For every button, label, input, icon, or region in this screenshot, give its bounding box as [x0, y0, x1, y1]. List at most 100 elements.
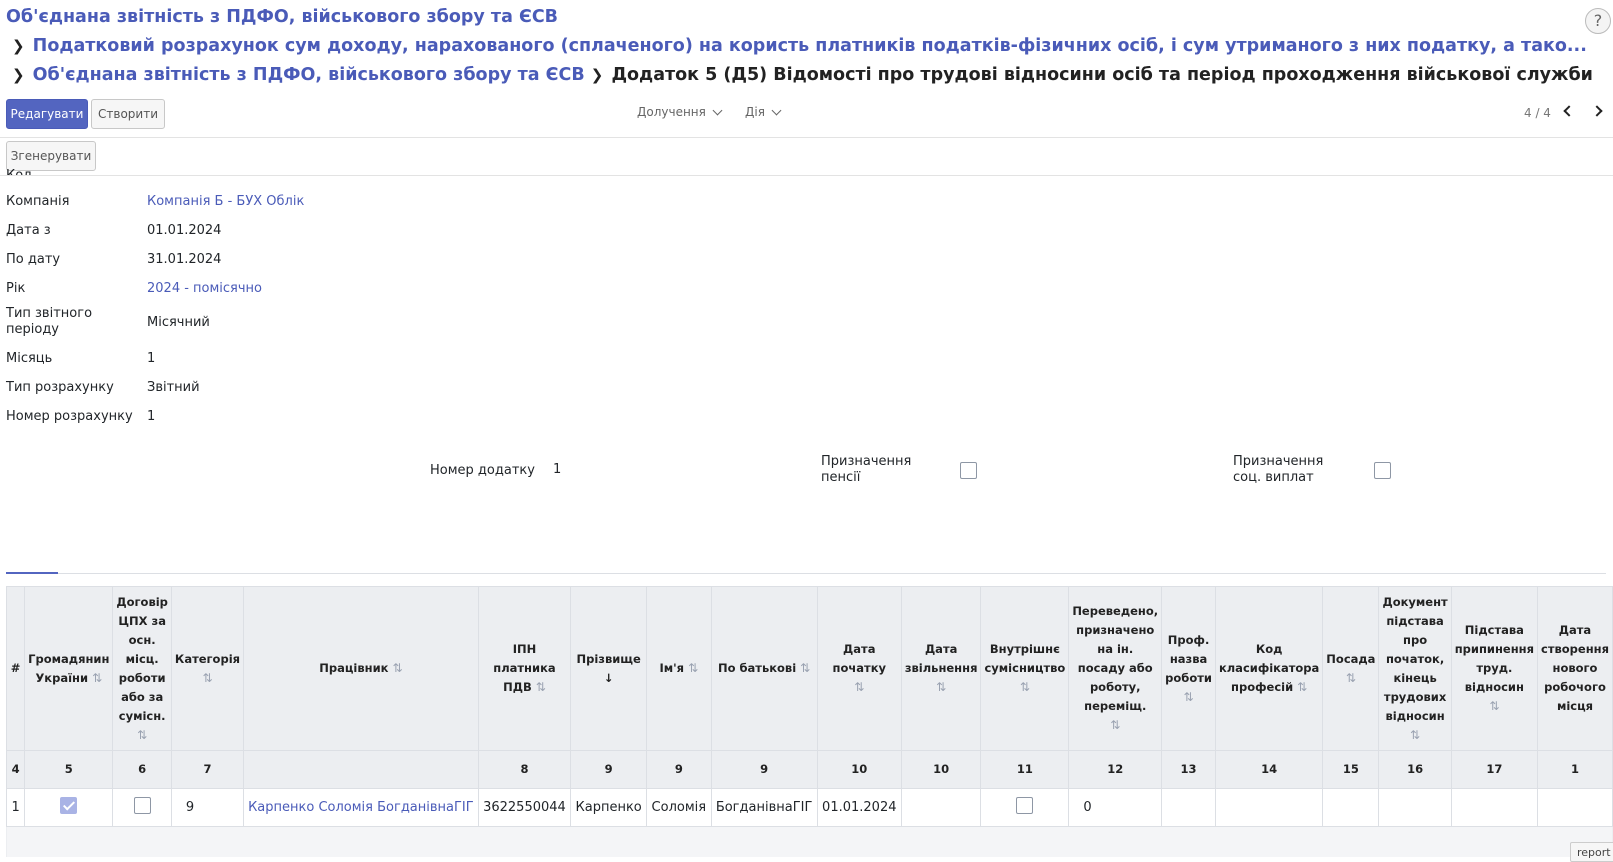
row-index: 1: [6, 788, 26, 827]
surname-cell[interactable]: Карпенко: [570, 788, 648, 827]
pager-prev-icon[interactable]: [1563, 105, 1575, 117]
sort-icon[interactable]: ⇅: [1346, 671, 1356, 685]
col-transferred-header[interactable]: Переведено, призначено на ін. посаду або…: [1068, 586, 1163, 751]
period-type-value: Місячний: [147, 315, 210, 330]
col-num: [243, 750, 479, 789]
period-type-label: Тип звітного періоду: [6, 306, 93, 337]
breadcrumb-level2[interactable]: ❯ Податковий розрахунок сум доходу, нара…: [12, 36, 1587, 56]
sort-icon[interactable]: ⇅: [536, 680, 546, 694]
sort-icon[interactable]: ⇅: [1184, 690, 1194, 704]
col-index-header: #: [6, 586, 26, 751]
col-new-job-date-header[interactable]: Дата створення нового робочого місця: [1536, 586, 1613, 751]
col-num: 9: [570, 750, 648, 789]
breadcrumb-level1[interactable]: Об'єднана звітність з ПДФО, військового …: [6, 7, 558, 27]
start-date-cell[interactable]: 01.01.2024: [816, 788, 902, 827]
col-num: 4: [6, 750, 26, 789]
breadcrumb-link[interactable]: Податковий розрахунок сум доходу, нарахо…: [33, 36, 1587, 56]
col-num: 16: [1378, 750, 1452, 789]
col-termination-header[interactable]: Підстава припинення труд. відносин ⇅: [1450, 586, 1538, 751]
col-ipn-header[interactable]: ІПН платника ПДВ ⇅: [477, 586, 572, 751]
transferred-cell[interactable]: 0: [1068, 788, 1163, 827]
new-job-date-cell[interactable]: [1536, 788, 1613, 827]
col-employee-header[interactable]: Працівник ⇅: [243, 586, 479, 751]
report-badge[interactable]: report c: [1570, 842, 1613, 862]
internal-checkbox[interactable]: [1016, 797, 1034, 814]
ipn-cell[interactable]: 3622550044: [477, 788, 572, 827]
breadcrumb-level3: ❯ Об'єднана звітність з ПДФО, військовог…: [12, 65, 1593, 85]
sort-icon[interactable]: ⇅: [688, 661, 698, 675]
partial-field-label: Код: [6, 168, 32, 175]
col-surname-header[interactable]: Прізвище ↓: [570, 586, 648, 751]
action-label: Дія: [745, 105, 765, 119]
end-date-cell[interactable]: [900, 788, 982, 827]
date-to-value: 31.01.2024: [147, 252, 222, 267]
col-num: 7: [170, 750, 245, 789]
table-row[interactable]: 1 9 Карпенко Соломія БогданівнаГІГ 36225…: [6, 788, 1613, 827]
table-footer: [6, 826, 1613, 857]
breadcrumb-link[interactable]: Об'єднана звітність з ПДФО, військового …: [33, 65, 585, 85]
breadcrumb-link[interactable]: Об'єднана звітність з ПДФО, військового …: [6, 7, 558, 27]
col-patronymic-header[interactable]: По батькові ⇅: [710, 586, 818, 751]
category-cell[interactable]: 9: [170, 788, 245, 827]
pension-checkbox[interactable]: [960, 462, 977, 479]
col-citizen-header[interactable]: Громадянин України ⇅: [24, 586, 114, 751]
sort-icon[interactable]: ⇅: [202, 671, 212, 685]
calc-number-label: Номер розрахунку: [6, 409, 133, 424]
company-label: Компанія: [6, 194, 70, 209]
col-doc-basis-header[interactable]: Документ підстава про початок, кінець тр…: [1378, 586, 1452, 751]
prof-name-cell[interactable]: [1161, 788, 1216, 827]
col-prof-code-header[interactable]: Код класифікатора професій ⇅: [1214, 586, 1324, 751]
action-dropdown[interactable]: Дія: [745, 105, 782, 119]
edit-button[interactable]: Редагувати: [6, 99, 88, 129]
employment-table: # Громадянин України ⇅ Договір ЦПХ за ос…: [6, 586, 1613, 857]
gph-checkbox[interactable]: [133, 797, 151, 814]
col-num: 11: [980, 750, 1070, 789]
sort-icon[interactable]: ⇅: [1410, 728, 1420, 742]
name-cell[interactable]: Соломія: [646, 788, 712, 827]
attachment-dropdown[interactable]: Долучення: [637, 105, 723, 119]
sort-icon[interactable]: ⇅: [800, 661, 810, 675]
company-value[interactable]: Компанія Б - БУХ Облік: [147, 194, 304, 209]
sort-icon[interactable]: ⇅: [936, 680, 946, 694]
sort-icon[interactable]: ⇅: [1020, 680, 1030, 694]
col-position-header[interactable]: Посада ⇅: [1322, 586, 1380, 751]
prof-code-cell[interactable]: [1214, 788, 1324, 827]
help-button[interactable]: ?: [1585, 8, 1611, 34]
chevron-right-icon: ❯: [590, 66, 604, 84]
create-button[interactable]: Створити: [91, 99, 165, 129]
sort-icon[interactable]: ⇅: [854, 680, 864, 694]
citizen-checkbox[interactable]: [60, 797, 78, 814]
tab-active-indicator[interactable]: [6, 572, 58, 574]
citizen-cell: [24, 788, 114, 827]
termination-cell[interactable]: [1450, 788, 1538, 827]
month-label: Місяць: [6, 351, 53, 366]
sort-icon[interactable]: ⇅: [137, 728, 147, 742]
sort-icon[interactable]: ⇅: [92, 671, 102, 685]
col-start-date-header[interactable]: Дата початку ⇅: [816, 586, 902, 751]
col-name-header[interactable]: Ім'я ⇅: [646, 586, 712, 751]
generate-button[interactable]: Згенерувати: [6, 141, 96, 171]
date-to-label: По дату: [6, 252, 61, 267]
sort-icon[interactable]: ⇅: [1489, 699, 1499, 713]
employee-cell[interactable]: Карпенко Соломія БогданівнаГІГ: [243, 788, 479, 827]
tab-bar: [6, 573, 1606, 574]
col-num: 10: [900, 750, 982, 789]
patronymic-cell[interactable]: БогданівнаГІГ: [710, 788, 818, 827]
internal-cell: [980, 788, 1070, 827]
year-value[interactable]: 2024 - помісячно: [147, 281, 262, 296]
col-category-header[interactable]: Категорія ⇅: [170, 586, 245, 751]
sort-icon[interactable]: ⇅: [1110, 718, 1120, 732]
position-cell[interactable]: [1322, 788, 1380, 827]
col-end-date-header[interactable]: Дата звільнення ⇅: [900, 586, 982, 751]
col-gph-header[interactable]: Договір ЦПХ за осн. місц. роботи або за …: [112, 586, 172, 751]
pager-next-icon[interactable]: [1591, 105, 1603, 117]
social-checkbox[interactable]: [1374, 462, 1391, 479]
sort-icon[interactable]: ⇅: [1297, 680, 1307, 694]
doc-basis-cell[interactable]: [1378, 788, 1452, 827]
sort-icon[interactable]: ⇅: [392, 661, 402, 675]
sort-desc-icon[interactable]: ↓: [604, 671, 614, 685]
appendix-number-value: 1: [553, 462, 562, 477]
col-internal-header[interactable]: Внутрішнє сумісництво ⇅: [980, 586, 1070, 751]
chevron-down-icon: [712, 105, 723, 116]
col-prof-name-header[interactable]: Проф. назва роботи ⇅: [1161, 586, 1216, 751]
